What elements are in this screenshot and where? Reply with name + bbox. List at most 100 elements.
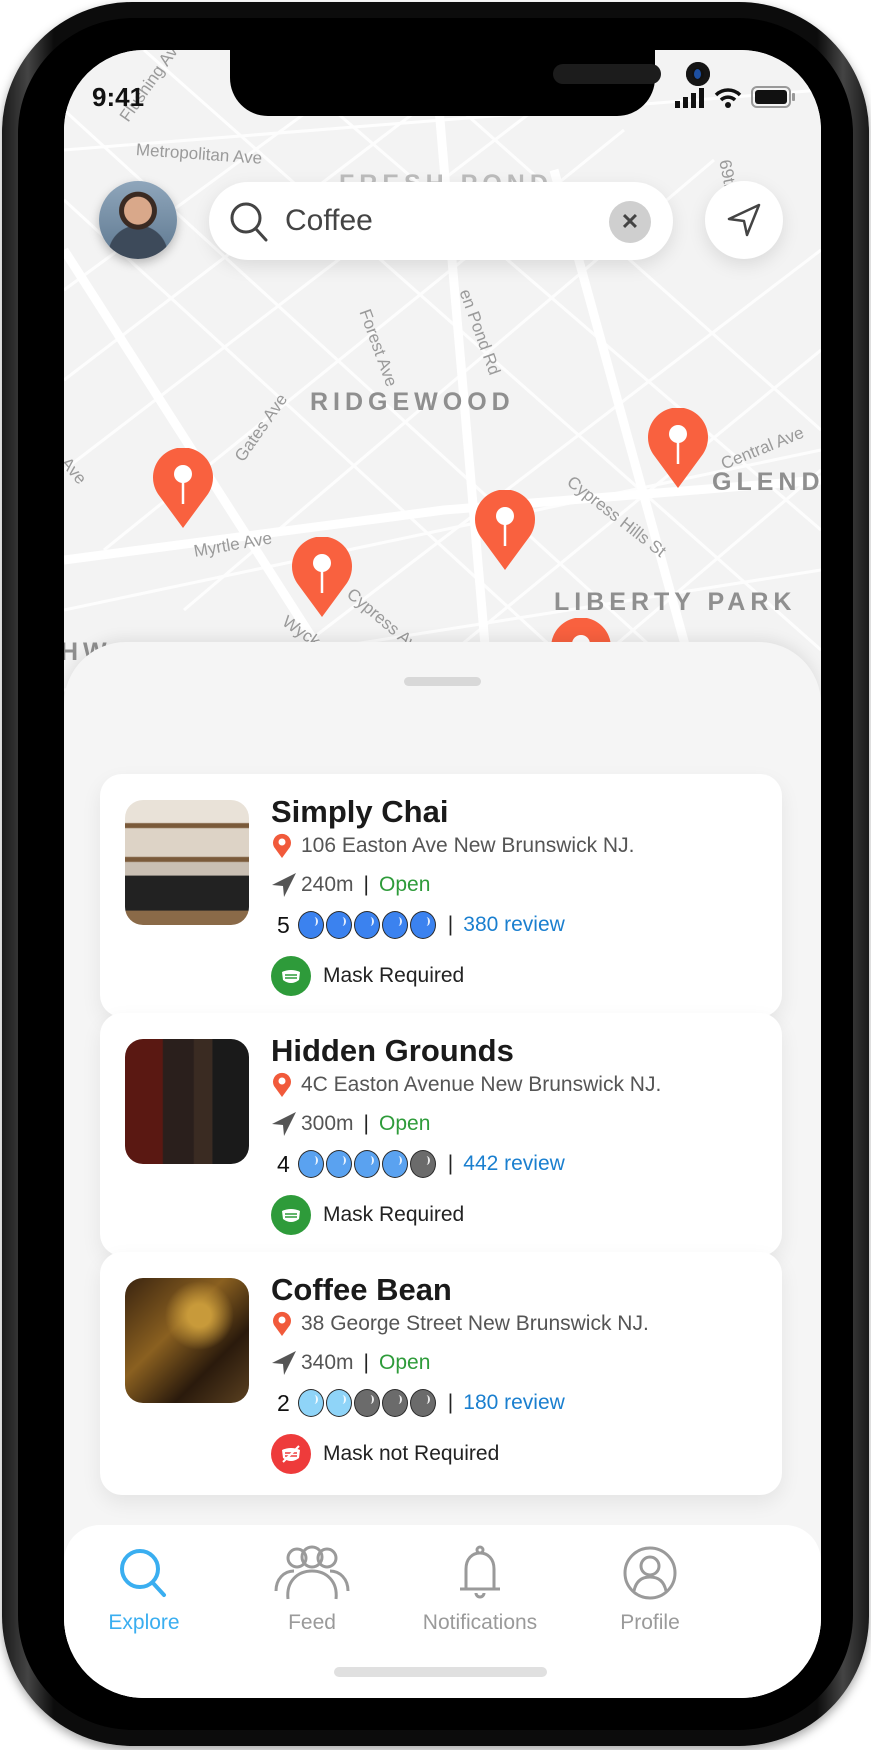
signal-icon bbox=[675, 88, 704, 108]
rating-bubble-icon bbox=[353, 911, 380, 939]
rating-bubble-icon bbox=[353, 1150, 380, 1178]
mask-policy: Mask Required bbox=[271, 1195, 464, 1235]
sheet-drag-handle[interactable] bbox=[404, 677, 481, 686]
bell-icon bbox=[460, 1545, 500, 1599]
tab-label: Notifications bbox=[422, 1611, 538, 1634]
speaker bbox=[553, 64, 661, 84]
rating-bubble-icon bbox=[297, 1389, 324, 1417]
rating-bubble-icon bbox=[409, 1389, 436, 1417]
rating-bubbles bbox=[297, 1389, 438, 1417]
location-pin-icon bbox=[273, 833, 291, 858]
rating-bubble-icon bbox=[353, 1389, 380, 1417]
search-input[interactable] bbox=[285, 204, 585, 238]
review-count-link[interactable]: 180 review bbox=[463, 1391, 565, 1415]
mask-policy: Mask Required bbox=[271, 956, 464, 996]
separator: | bbox=[447, 1152, 454, 1175]
location-pin-icon bbox=[273, 1311, 291, 1336]
app-screen: Flushing Ave Metropolitan Ave 69th St FR… bbox=[64, 50, 821, 1698]
rating-bubble-icon bbox=[297, 911, 324, 939]
separator: | bbox=[447, 913, 454, 936]
place-address: 4C Easton Avenue New Brunswick NJ. bbox=[301, 1073, 662, 1096]
place-photo[interactable] bbox=[125, 1278, 249, 1403]
separator: | bbox=[363, 873, 369, 896]
address-row: 38 George Street New Brunswick NJ. bbox=[271, 1311, 649, 1337]
district-label: RIDGEWOOD bbox=[310, 388, 515, 416]
mask-policy: Mask not Required bbox=[271, 1434, 499, 1474]
place-photo[interactable] bbox=[125, 1039, 249, 1164]
rating-bubble-icon bbox=[409, 1150, 436, 1178]
review-count-link[interactable]: 442 review bbox=[463, 1152, 565, 1176]
tab-explore[interactable]: Explore bbox=[64, 1545, 224, 1635]
search-bar[interactable]: ✕ bbox=[209, 182, 673, 260]
map-pin[interactable] bbox=[289, 537, 355, 619]
search-icon bbox=[230, 202, 268, 242]
rating-value: 5 bbox=[277, 911, 290, 938]
rating-row: 2 | 180 review bbox=[271, 1389, 565, 1417]
rating-bubble-icon bbox=[325, 1150, 352, 1178]
rating-bubble-icon bbox=[381, 1389, 408, 1417]
review-count-link[interactable]: 380 review bbox=[463, 913, 565, 937]
tab-label: Feed bbox=[288, 1611, 336, 1634]
separator: | bbox=[447, 1391, 454, 1414]
place-address: 106 Easton Ave New Brunswick NJ. bbox=[301, 834, 635, 857]
distance-row: 240m | Open bbox=[271, 872, 430, 898]
place-name[interactable]: Coffee Bean bbox=[271, 1272, 452, 1308]
navigation-arrow-icon bbox=[272, 1351, 296, 1375]
map-pin[interactable] bbox=[472, 490, 538, 572]
close-icon: ✕ bbox=[620, 209, 640, 234]
place-card[interactable]: Simply Chai 106 Easton Ave New Brunswick … bbox=[100, 774, 782, 1017]
place-distance: 300m bbox=[301, 1112, 354, 1135]
map-pin-icon bbox=[475, 490, 535, 570]
rating-row: 5 | 380 review bbox=[271, 911, 565, 939]
tab-notifications[interactable]: Notifications bbox=[400, 1545, 560, 1635]
place-distance: 240m bbox=[301, 873, 354, 896]
district-label: GLEND bbox=[712, 468, 821, 496]
open-status: Open bbox=[379, 1351, 431, 1374]
notch bbox=[230, 50, 710, 116]
rating-bubble-icon bbox=[381, 911, 408, 939]
status-icons bbox=[675, 86, 795, 108]
clear-search-button[interactable]: ✕ bbox=[609, 201, 651, 243]
rating-bubbles bbox=[297, 1150, 438, 1178]
rating-value: 2 bbox=[277, 1389, 290, 1416]
place-card[interactable]: Hidden Grounds 4C Easton Avenue New Bruns… bbox=[100, 1013, 782, 1256]
tab-label: Profile bbox=[620, 1611, 680, 1634]
tab-feed[interactable]: Feed bbox=[232, 1545, 392, 1635]
address-row: 4C Easton Avenue New Brunswick NJ. bbox=[271, 1072, 661, 1098]
rating-bubble-icon bbox=[297, 1150, 324, 1178]
rating-bubble-icon bbox=[381, 1150, 408, 1178]
distance-row: 340m | Open bbox=[271, 1350, 430, 1376]
place-card[interactable]: Coffee Bean 38 George Street New Brunswic… bbox=[100, 1252, 782, 1495]
battery-icon bbox=[751, 86, 795, 108]
rating-bubble-icon bbox=[325, 1389, 352, 1417]
map-pin[interactable] bbox=[645, 408, 711, 490]
location-pin-icon bbox=[273, 1072, 291, 1097]
mask-label: Mask not Required bbox=[323, 1442, 500, 1465]
map-pin[interactable] bbox=[150, 448, 216, 530]
mask-label: Mask Required bbox=[323, 1203, 465, 1226]
camera bbox=[686, 62, 710, 86]
map-pin-icon bbox=[648, 408, 708, 488]
search-icon bbox=[120, 1549, 166, 1597]
place-photo[interactable] bbox=[125, 800, 249, 925]
tab-label: Explore bbox=[108, 1611, 180, 1634]
tab-profile[interactable]: Profile bbox=[570, 1545, 730, 1635]
distance-row: 300m | Open bbox=[271, 1111, 430, 1137]
locate-me-button[interactable] bbox=[705, 181, 783, 259]
avatar[interactable] bbox=[99, 181, 177, 259]
users-icon bbox=[274, 1545, 350, 1600]
rating-row: 4 | 442 review bbox=[271, 1150, 565, 1178]
home-indicator[interactable] bbox=[334, 1667, 547, 1677]
place-name[interactable]: Hidden Grounds bbox=[271, 1033, 514, 1069]
open-status: Open bbox=[379, 1112, 431, 1135]
wifi-icon bbox=[714, 88, 742, 108]
place-name[interactable]: Simply Chai bbox=[271, 794, 448, 830]
separator: | bbox=[363, 1351, 369, 1374]
rating-bubble-icon bbox=[325, 911, 352, 939]
mask-icon bbox=[271, 1195, 311, 1235]
profile-icon bbox=[623, 1546, 677, 1600]
bottom-tab-bar: Explore Feed Notifications Profile bbox=[64, 1525, 821, 1698]
rating-value: 4 bbox=[277, 1150, 290, 1177]
status-time: 9:41 bbox=[92, 82, 145, 112]
navigation-arrow-icon bbox=[272, 1112, 296, 1136]
